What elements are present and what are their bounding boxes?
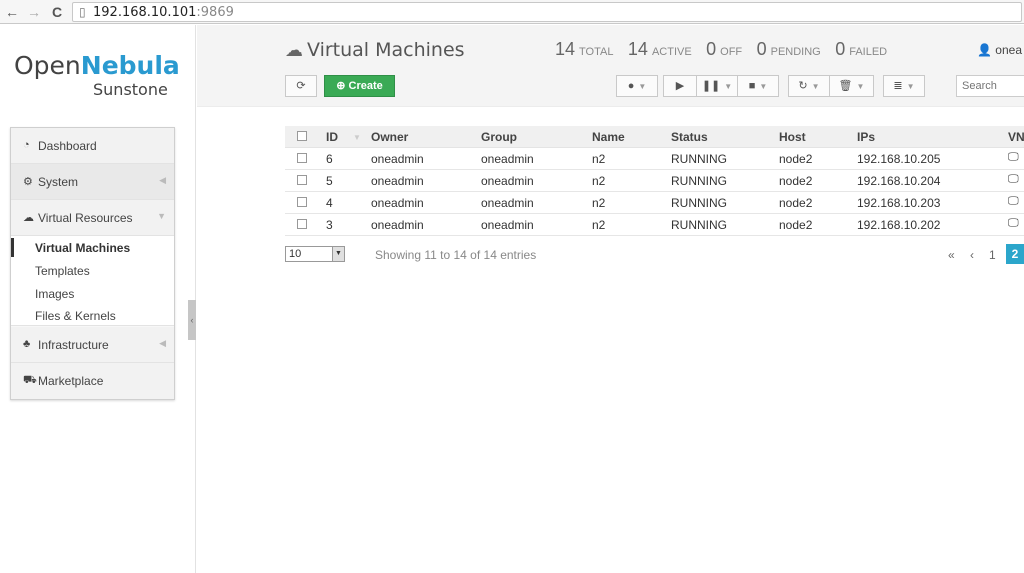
- cart-icon: ⛟: [23, 374, 37, 386]
- plus-circle-icon: ⊕: [336, 80, 349, 92]
- refresh-button[interactable]: ⟳: [285, 75, 317, 97]
- sidebar-item-marketplace[interactable]: ⛟ Marketplace: [11, 363, 174, 399]
- user-menu[interactable]: 👤 onea: [977, 43, 1022, 57]
- header-vnc[interactable]: VN: [1008, 130, 1024, 144]
- row-checkbox[interactable]: [297, 197, 307, 207]
- change-owner-button[interactable]: ● ▼: [616, 75, 658, 97]
- play-button[interactable]: ▶: [663, 75, 697, 97]
- url-text: 192.168.10.101:9869: [93, 5, 234, 20]
- header-name[interactable]: Name: [592, 130, 625, 144]
- sidebar-item-dashboard[interactable]: ◔ Dashboard: [11, 128, 174, 164]
- table-header: ID ▼ Owner Group Name Status Host IPs VN: [285, 126, 1024, 148]
- page-title: ☁ Virtual Machines: [285, 39, 465, 61]
- sidebar: OpenNebula Sunstone ◔ Dashboard ⚙ System…: [0, 25, 196, 573]
- user-icon: 👤: [977, 43, 992, 57]
- active-indicator: [11, 238, 14, 257]
- sidebar-item-virtual-machines[interactable]: Virtual Machines: [35, 241, 130, 255]
- vm-stats: 14 TOTAL 14 ACTIVE 0 OFF 0 PENDING 0 FAILED: [555, 39, 897, 60]
- page-icon: ▯: [79, 5, 86, 19]
- list-icon: ≣: [893, 80, 903, 92]
- chevron-left-icon: ◀: [159, 175, 166, 185]
- page-1-link[interactable]: 1: [989, 248, 996, 262]
- stat-pending: 0 PENDING: [756, 39, 821, 59]
- stop-button[interactable]: ■ ▼: [737, 75, 779, 97]
- vnc-icon[interactable]: 🖵: [1008, 173, 1019, 186]
- select-all-checkbox[interactable]: [297, 131, 307, 141]
- opennebula-logo[interactable]: OpenNebula Sunstone: [14, 53, 180, 99]
- header-host[interactable]: Host: [779, 130, 806, 144]
- sidebar-item-virtual-resources[interactable]: ☁ Virtual Resources ▼: [11, 200, 174, 236]
- page-size-select[interactable]: 10 ▼: [285, 246, 345, 262]
- sidebar-item-files-kernels[interactable]: Files & Kernels: [35, 309, 116, 323]
- header-status[interactable]: Status: [671, 130, 708, 144]
- sidebar-item-infrastructure[interactable]: ♣ Infrastructure ◀: [11, 327, 174, 363]
- chevron-down-icon: ▼: [157, 211, 166, 221]
- chevron-left-icon: ◀: [159, 338, 166, 348]
- pause-button[interactable]: ❚❚ ▼: [696, 75, 738, 97]
- sidebar-item-templates[interactable]: Templates: [35, 264, 90, 278]
- page-2-link[interactable]: 2: [1006, 244, 1024, 264]
- row-checkbox[interactable]: [297, 175, 307, 185]
- browser-toolbar: ← → C ▯ 192.168.10.101:9869: [0, 0, 1024, 24]
- showing-entries-text: Showing 11 to 14 of 14 entries: [375, 248, 537, 262]
- reboot-button[interactable]: ↻ ▼: [788, 75, 830, 97]
- virtual-resources-submenu: Virtual Machines Templates Images Files …: [11, 236, 174, 326]
- play-icon: ▶: [675, 80, 685, 92]
- user-icon: ●: [627, 80, 635, 92]
- cloud-icon: ☁: [285, 40, 303, 61]
- vnc-icon[interactable]: 🖵: [1008, 217, 1019, 230]
- header-owner[interactable]: Owner: [371, 130, 408, 144]
- main-menu: ◔ Dashboard ⚙ System ◀ ☁ Virtual Resourc…: [10, 127, 175, 400]
- first-page-link[interactable]: «: [948, 248, 955, 262]
- vnc-icon[interactable]: 🖵: [1008, 195, 1019, 208]
- table-row[interactable]: 4 oneadmin oneadmin n2 RUNNING node2 192…: [285, 192, 1024, 214]
- header-group[interactable]: Group: [481, 130, 517, 144]
- header-id[interactable]: ID: [326, 130, 338, 144]
- forward-icon[interactable]: →: [25, 3, 43, 21]
- cloud-icon: ☁: [23, 212, 34, 224]
- prev-page-link[interactable]: ‹: [970, 248, 974, 262]
- table-row[interactable]: 3 oneadmin oneadmin n2 RUNNING node2 192…: [285, 214, 1024, 236]
- header-ips[interactable]: IPs: [857, 130, 875, 144]
- refresh-icon: ⟳: [296, 80, 306, 92]
- sitemap-icon: ♣: [23, 338, 31, 350]
- sort-icon: ▼: [353, 133, 361, 142]
- more-actions-button[interactable]: ≣ ▼: [883, 75, 925, 97]
- delete-button[interactable]: 🗑 ▼: [829, 75, 874, 97]
- dropdown-arrow-icon: ▼: [332, 247, 344, 261]
- stat-active: 14 ACTIVE: [627, 39, 692, 59]
- pause-icon: ❚❚: [701, 80, 721, 92]
- search-input[interactable]: [956, 75, 1024, 97]
- back-icon[interactable]: ←: [3, 3, 21, 21]
- gears-icon: ⚙: [23, 176, 33, 188]
- row-checkbox[interactable]: [297, 219, 307, 229]
- main-header: ☁ Virtual Machines 14 TOTAL 14 ACTIVE 0 OFF …: [197, 25, 1024, 107]
- stat-total: 14 TOTAL: [555, 39, 614, 59]
- vnc-icon[interactable]: 🖵: [1008, 151, 1019, 164]
- sidebar-item-images[interactable]: Images: [35, 287, 74, 301]
- sidebar-item-system[interactable]: ⚙ System ◀: [11, 164, 174, 200]
- trash-icon: 🗑: [838, 80, 853, 92]
- stat-off: 0 OFF: [706, 39, 743, 59]
- stat-failed: 0 FAILED: [835, 39, 888, 59]
- row-checkbox[interactable]: [297, 153, 307, 163]
- dashboard-icon: ◔: [23, 139, 30, 151]
- address-bar[interactable]: ▯ 192.168.10.101:9869: [72, 2, 1022, 22]
- reload-icon[interactable]: C: [48, 3, 66, 21]
- stop-icon: ■: [748, 80, 756, 92]
- reboot-icon: ↻: [798, 80, 808, 92]
- sidebar-collapse-handle[interactable]: ‹: [188, 300, 196, 340]
- table-row[interactable]: 6 oneadmin oneadmin n2 RUNNING node2 192…: [285, 148, 1024, 170]
- create-button[interactable]: ⊕ Create: [324, 75, 395, 97]
- table-row[interactable]: 5 oneadmin oneadmin n2 RUNNING node2 192…: [285, 170, 1024, 192]
